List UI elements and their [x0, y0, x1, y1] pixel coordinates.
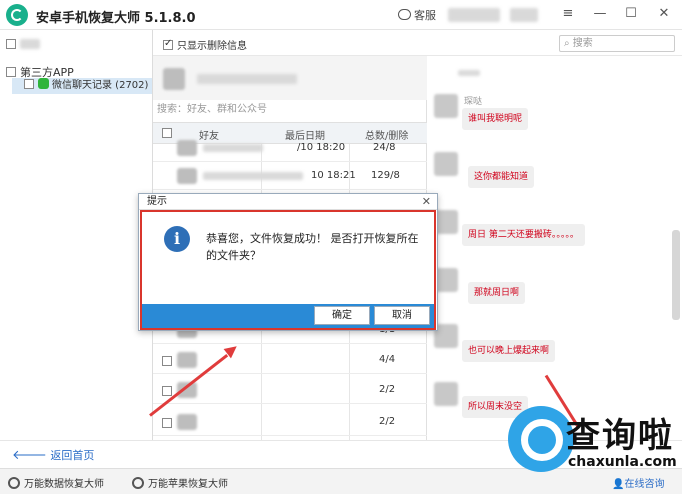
search-input[interactable]: ⌕ 搜索 — [559, 35, 675, 52]
account-name-redacted — [197, 74, 297, 84]
only-deleted-checkbox[interactable] — [163, 38, 173, 50]
chat-panel: 琛哒 谁叫我聪明呢 这你都能知道 周日 第二天还要搬砖。。。。。 那就周日啊 也… — [428, 56, 682, 440]
customer-service-label: 客服 — [414, 9, 436, 22]
watermark-en: chaxunla.com — [568, 454, 677, 470]
footer-link-apple-recovery[interactable]: 万能苹果恢复大师 — [132, 475, 228, 490]
only-deleted-filter[interactable]: 只显示删除信息 — [163, 37, 247, 52]
contact-avatar — [177, 168, 197, 184]
search-placeholder: 搜索 — [572, 38, 593, 49]
tree-item-wechat[interactable]: 微信聊天记录 (2702) — [12, 78, 152, 94]
row-checkbox[interactable] — [162, 386, 172, 396]
watermark-cn: 查询啦 — [566, 416, 674, 456]
device-name-redacted — [20, 39, 40, 49]
recovery-success-dialog: 提示 ✕ i 恭喜您，文件恢复成功！ 是否打开恢复所在的文件夹？ 确定 取消 — [138, 193, 438, 331]
dialog-close-button[interactable]: ✕ — [422, 194, 431, 210]
wechat-label: 微信聊天记录 (2702) — [52, 80, 149, 91]
table-row[interactable]: 4/4 — [153, 348, 427, 374]
row-count: 2/2 — [379, 416, 396, 427]
chat-avatar — [434, 152, 458, 176]
back-arrow-icon: 🡐 — [12, 448, 47, 463]
table-row[interactable]: /10 18:20 24/8 — [153, 136, 427, 162]
account-info-redacted — [448, 8, 500, 22]
account-header — [153, 56, 427, 100]
filter-bar: 只显示删除信息 ⌕ 搜索 — [153, 30, 682, 56]
row-date: 10 18:21 — [311, 170, 356, 181]
account-avatar — [163, 68, 185, 90]
chat-message: 谁叫我聪明呢 — [462, 108, 529, 130]
back-home-link[interactable]: 🡐 返回首页 — [12, 447, 94, 463]
chat-message: 也可以晚上爆起来啊 — [462, 340, 556, 362]
dialog-title: 提示 — [139, 194, 437, 210]
data-recovery-icon — [8, 477, 20, 489]
row-checkbox[interactable] — [162, 356, 172, 366]
site-watermark: 查询啦 chaxunla.com — [508, 404, 682, 484]
dialog-button-bar: 确定 取消 — [142, 304, 434, 328]
chat-avatar — [434, 382, 458, 406]
account-badge-redacted — [510, 8, 538, 22]
apple-recovery-icon — [132, 477, 144, 489]
third-party-checkbox[interactable] — [6, 67, 16, 77]
row-count: 2/2 — [379, 384, 396, 395]
row-count: 4/4 — [379, 354, 396, 365]
maximize-button[interactable]: ☐ — [623, 6, 639, 22]
wechat-checkbox[interactable] — [24, 79, 34, 89]
app-title: 安卓手机恢复大师 5.1.8.0 — [36, 11, 196, 26]
minimize-button[interactable]: — — [592, 6, 608, 22]
contact-avatar — [177, 414, 197, 430]
app-window: 安卓手机恢复大师 5.1.8.0 客服 ≡ — ☐ ✕ 只显示删除信息 ⌕ 搜索… — [0, 0, 682, 494]
contact-avatar — [177, 352, 197, 368]
table-row[interactable]: 2/2 — [153, 410, 427, 436]
chat-meta-redacted — [458, 70, 480, 76]
contact-name-redacted — [203, 144, 263, 152]
back-home-label: 返回首页 — [50, 449, 95, 462]
select-all-item[interactable] — [6, 38, 40, 51]
select-all-checkbox[interactable] — [6, 39, 16, 49]
chat-avatar — [434, 94, 458, 118]
contact-search-input[interactable]: 搜索：好友、群和公众号 — [157, 102, 423, 118]
contact-avatar — [177, 140, 197, 156]
footer-link-data-recovery[interactable]: 万能数据恢复大师 — [8, 475, 104, 490]
chat-message: 周日 第二天还要搬砖。。。。。 — [462, 224, 585, 246]
title-bar: 安卓手机恢复大师 5.1.8.0 客服 ≡ — ☐ ✕ — [0, 0, 682, 30]
dialog-message: 恭喜您，文件恢复成功！ 是否打开恢复所在的文件夹？ — [206, 232, 419, 262]
row-date: /10 18:20 — [297, 142, 346, 153]
sidebar: 第三方APP 微信聊天记录 (2702) — [0, 30, 153, 440]
wechat-icon — [38, 78, 49, 89]
chat-message: 那就周日啊 — [468, 282, 526, 304]
chat-sender-name: 琛哒 — [464, 97, 483, 107]
footer-label: 万能数据恢复大师 — [24, 479, 104, 490]
dialog-body: i 恭喜您，文件恢复成功！ 是否打开恢复所在的文件夹？ 确定 取消 — [140, 210, 436, 330]
row-count: 129/8 — [371, 170, 400, 181]
footer-label: 万能苹果恢复大师 — [148, 479, 228, 490]
customer-service-button[interactable]: 客服 — [398, 7, 436, 23]
confirm-button[interactable]: 确定 — [314, 306, 370, 325]
dialog-title-text: 提示 — [147, 196, 167, 207]
close-button[interactable]: ✕ — [656, 6, 672, 22]
menu-icon[interactable]: ≡ — [560, 6, 576, 22]
row-checkbox[interactable] — [162, 418, 172, 428]
table-row[interactable]: 10 18:21 129/8 — [153, 164, 427, 190]
chat-message: 这你都能知道 — [468, 166, 535, 188]
watermark-logo-icon — [508, 406, 574, 472]
app-logo-icon — [6, 4, 28, 26]
only-deleted-label: 只显示删除信息 — [177, 41, 247, 52]
info-icon: i — [164, 226, 190, 252]
row-count: 24/8 — [373, 142, 396, 153]
contact-name-redacted — [203, 172, 303, 180]
chat-bubble-icon — [398, 9, 411, 20]
chat-scrollbar[interactable] — [672, 230, 680, 320]
cancel-button[interactable]: 取消 — [374, 306, 430, 325]
